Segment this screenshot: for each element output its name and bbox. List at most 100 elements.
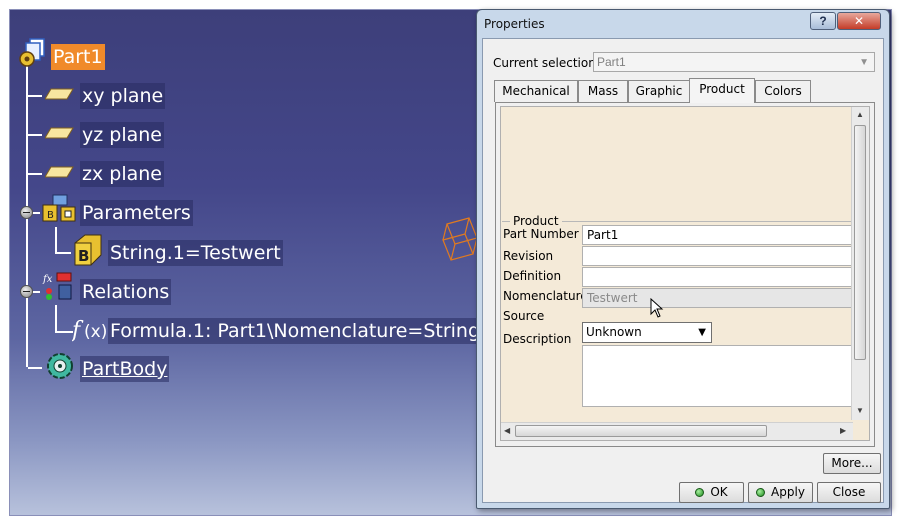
properties-dialog: Properties ? ✕ Current selection : Part1… (476, 9, 890, 509)
window-close-button[interactable]: ✕ (837, 12, 881, 30)
tree-branch-line (28, 95, 42, 97)
tree-node-yz-plane[interactable]: yz plane (80, 122, 164, 148)
tab-label: Mechanical (502, 84, 570, 98)
source-value: Unknown (586, 325, 642, 339)
tree-branch-line (55, 252, 71, 254)
collapse-button[interactable] (20, 285, 33, 298)
svg-text:(x): (x) (84, 322, 106, 342)
part-icon (19, 38, 45, 67)
tree-node-zx-plane[interactable]: zx plane (80, 161, 164, 187)
tree-branch-line (28, 367, 42, 369)
tree-branch-line (28, 134, 42, 136)
tree-branch-line (55, 227, 57, 252)
nomenclature-label: Nomenclature (503, 289, 588, 303)
vertical-scroll-thumb[interactable] (854, 125, 866, 360)
formula-icon: f (x) (72, 318, 106, 343)
parameters-icon: B (42, 194, 76, 222)
tree-node-label: zx plane (80, 161, 164, 187)
product-tab-panel: Product Part Number Part1 Revision Defin… (495, 102, 875, 447)
current-selection-label: Current selection : (493, 56, 604, 70)
ok-button-label: OK (710, 485, 728, 499)
apply-status-icon (756, 488, 766, 497)
part-number-value: Part1 (587, 228, 619, 242)
svg-text:B: B (47, 210, 54, 221)
scroll-down-icon[interactable]: ▼ (856, 406, 864, 415)
apply-button[interactable]: Apply (748, 482, 813, 503)
definition-label: Definition (503, 269, 562, 283)
tree-node-partbody[interactable]: PartBody (80, 356, 170, 382)
dialog-body: Current selection : Part1 ▼ Mechanical M… (482, 38, 884, 503)
vertical-scrollbar[interactable]: ▲ ▼ (851, 107, 869, 420)
partbody-icon (47, 353, 73, 379)
help-icon: ? (819, 14, 827, 28)
tab-mechanical[interactable]: Mechanical (494, 80, 578, 102)
tree-node-parameters[interactable]: Parameters (80, 200, 193, 226)
tree-node-formula1[interactable]: Formula.1: Part1\Nomenclature=String.1 (108, 318, 501, 344)
current-selection-value: Part1 (597, 55, 626, 69)
description-label: Description (503, 332, 572, 346)
tree-branch-line (55, 331, 73, 333)
mouse-cursor-icon (650, 298, 664, 318)
tree-branch-line (55, 305, 57, 331)
plane-icon (45, 88, 74, 100)
close-button[interactable]: Close (817, 482, 881, 503)
dialog-title: Properties (484, 17, 545, 31)
tree-node-relations[interactable]: Relations (80, 279, 172, 305)
current-selection-combo[interactable]: Part1 ▼ (593, 52, 875, 72)
ok-button[interactable]: OK (679, 482, 744, 503)
tree-branch-line (28, 173, 42, 175)
apply-button-label: Apply (771, 485, 805, 499)
tab-product[interactable]: Product (689, 78, 755, 103)
close-icon: ✕ (853, 14, 865, 28)
tab-label: Colors (764, 84, 802, 98)
description-textarea[interactable] (582, 345, 856, 407)
tree-node-label: Part1 (51, 44, 105, 70)
part-number-label: Part Number (503, 227, 579, 241)
tree-node-label: yz plane (80, 122, 164, 148)
svg-text:f: f (72, 318, 84, 343)
plane-icon (45, 127, 74, 139)
tree-node-label: Relations (80, 279, 172, 305)
tab-graphic[interactable]: Graphic (628, 80, 690, 102)
string-parameter-icon: B (74, 234, 102, 266)
close-button-label: Close (832, 485, 866, 499)
tab-colors[interactable]: Colors (755, 80, 811, 102)
tab-label: Mass (587, 84, 619, 98)
tree-node-label: PartBody (80, 356, 170, 382)
revision-label: Revision (503, 249, 554, 263)
help-button[interactable]: ? (810, 12, 836, 30)
more-button-label: More... (831, 456, 873, 470)
tab-label: Product (699, 82, 745, 96)
source-select[interactable]: Unknown ▼ (582, 322, 712, 343)
tree-node-label: Formula.1: Part1\Nomenclature=String.1 (108, 318, 501, 344)
ok-status-icon (695, 488, 705, 497)
chevron-down-icon: ▼ (698, 327, 706, 338)
nomenclature-value: Testwert (587, 291, 638, 305)
tab-mass[interactable]: Mass (578, 80, 628, 102)
product-group: Product Part Number Part1 Revision Defin… (502, 214, 856, 407)
tree-node-label: String.1=Testwert (108, 240, 283, 266)
svg-text:fx: fx (42, 274, 53, 285)
tree-node-part1[interactable]: Part1 (51, 44, 105, 70)
horizontal-scrollbar[interactable]: ◀ ▶ (501, 422, 853, 440)
nomenclature-input[interactable]: Testwert (582, 288, 856, 308)
more-button[interactable]: More... (823, 453, 881, 474)
tree-node-xy-plane[interactable]: xy plane (80, 83, 166, 109)
revision-input[interactable] (582, 246, 856, 266)
svg-text:B: B (78, 247, 89, 265)
tree-node-label: Parameters (80, 200, 193, 226)
source-label: Source (503, 309, 545, 323)
product-scroll-area: Product Part Number Part1 Revision Defin… (500, 106, 870, 441)
scroll-up-icon[interactable]: ▲ (856, 110, 864, 119)
scroll-left-icon[interactable]: ◀ (504, 426, 510, 435)
tree-node-label: xy plane (80, 83, 166, 109)
horizontal-scroll-thumb[interactable] (515, 425, 767, 437)
definition-input[interactable] (582, 267, 856, 287)
product-group-title: Product (510, 214, 562, 228)
tree-node-string1[interactable]: String.1=Testwert (108, 240, 283, 266)
part-number-input[interactable]: Part1 (582, 225, 856, 245)
collapse-button[interactable] (20, 206, 33, 219)
chevron-down-icon: ▼ (859, 57, 869, 68)
plane-icon (45, 166, 74, 178)
scroll-right-icon[interactable]: ▶ (840, 426, 846, 435)
